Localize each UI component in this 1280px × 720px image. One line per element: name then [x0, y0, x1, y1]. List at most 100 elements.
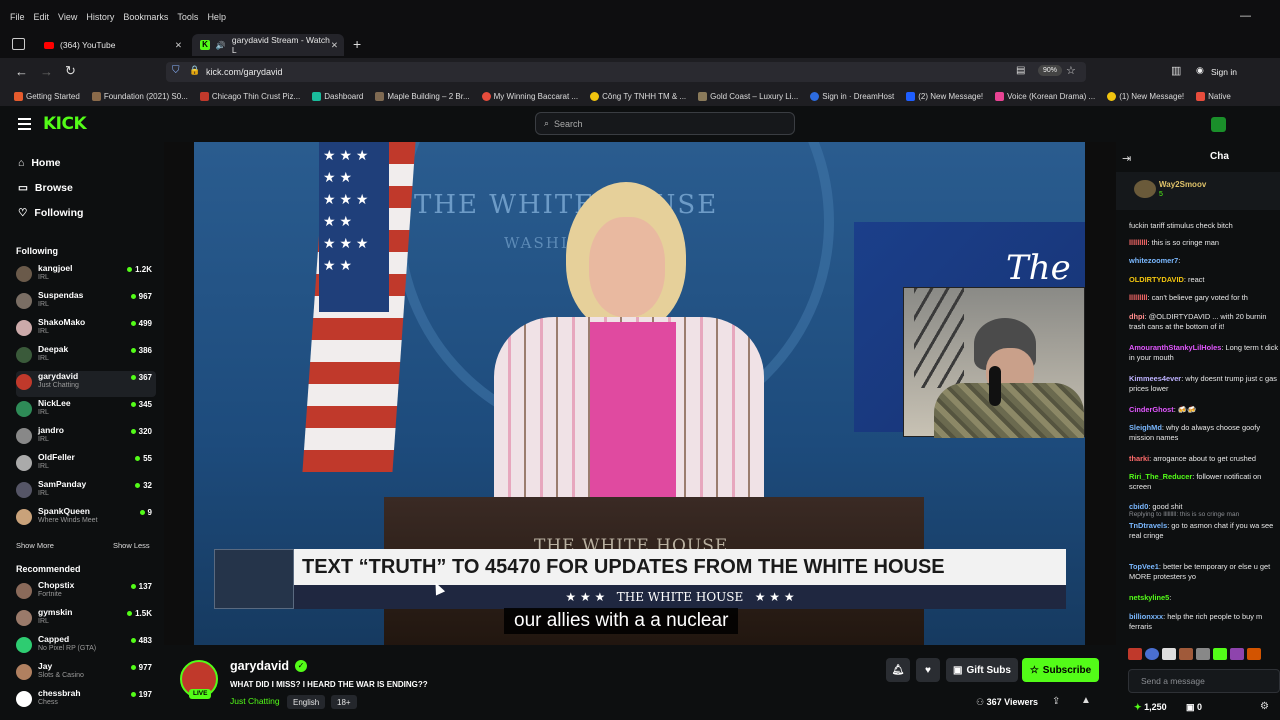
chat-message[interactable]: tharki: arrogance about to get crushed: [1129, 454, 1279, 464]
video-frame[interactable]: THE WHITE HOUSE WASHINGTON ★ ★ ★★ ★★ ★ ★…: [194, 142, 1085, 645]
zoom-badge[interactable]: 90%: [1038, 65, 1063, 76]
video-player[interactable]: THE WHITE HOUSE WASHINGTON ★ ★ ★★ ★★ ★ ★…: [164, 142, 1116, 645]
menu-help[interactable]: Help: [207, 12, 226, 22]
bookmark-item[interactable]: Maple Building – 2 Br...: [375, 91, 470, 101]
sidebar-channel-deepak[interactable]: Deepak IRL 386: [16, 344, 156, 370]
chat-message[interactable]: lllllllll: this is so cringe man: [1129, 238, 1279, 248]
nav-following[interactable]: ♡ Following: [18, 207, 83, 219]
chat-username[interactable]: Riri_The_Reducer: [1129, 472, 1192, 481]
emote-icon[interactable]: [1247, 648, 1261, 660]
bookmark-item[interactable]: Sign in · DreamHost: [810, 91, 894, 101]
bookmark-item[interactable]: Native: [1196, 91, 1231, 101]
chat-username[interactable]: tharki: [1129, 454, 1149, 463]
bookmark-item[interactable]: Công Ty TNHH TM & ...: [590, 91, 686, 101]
reader-view-icon[interactable]: ▤: [1016, 65, 1025, 76]
sidebar-channel-jay[interactable]: Jay Slots & Casino 977: [16, 661, 156, 687]
menu-history[interactable]: History: [86, 12, 114, 22]
show-less-button[interactable]: Show Less: [113, 541, 150, 550]
bookmark-star-icon[interactable]: ☆: [1066, 64, 1076, 77]
signin-button[interactable]: Sign in: [1211, 67, 1237, 77]
report-icon[interactable]: ▲: [1081, 695, 1091, 706]
sidebar-channel-sampanday[interactable]: SamPanday IRL 32: [16, 479, 156, 505]
chat-username[interactable]: Kimmees4ever: [1129, 374, 1181, 383]
menu-tools[interactable]: Tools: [177, 12, 198, 22]
stream-category[interactable]: Just Chatting: [230, 696, 280, 706]
reload-icon[interactable]: ↻: [65, 63, 76, 79]
chat-message[interactable]: netskyline5:: [1129, 593, 1279, 603]
nav-browse[interactable]: ▭ Browse: [18, 182, 73, 194]
menu-bookmarks[interactable]: Bookmarks: [123, 12, 168, 22]
sidebar-channel-garydavid[interactable]: garydavid Just Chatting 367: [16, 371, 156, 397]
sidebar-channel-nicklee[interactable]: NickLee IRL 345: [16, 398, 156, 424]
sidebar-channel-shakomako[interactable]: ShakoMako IRL 499: [16, 317, 156, 343]
chat-username[interactable]: dhpi: [1129, 312, 1145, 321]
bookmark-item[interactable]: Getting Started: [14, 91, 80, 101]
minimize-icon[interactable]: —: [1240, 10, 1251, 22]
forward-icon[interactable]: →: [40, 64, 53, 79]
kick-app-icon[interactable]: [1211, 117, 1226, 132]
chat-username[interactable]: CinderGhost: [1129, 405, 1174, 414]
chat-username[interactable]: TopVee1: [1129, 562, 1159, 571]
notification-bell-button[interactable]: 🔔︎: [886, 658, 910, 682]
chat-message[interactable]: TnDtravels: go to asmon chat if you wa s…: [1129, 521, 1279, 541]
new-tab-icon[interactable]: +: [353, 36, 361, 52]
chat-message[interactable]: SleighMd: why do always choose goofy mis…: [1129, 423, 1279, 443]
emote-icon[interactable]: [1213, 648, 1227, 660]
sidebar-channel-oldfeller[interactable]: OldFeller IRL 55: [16, 452, 156, 478]
sidebar-channel-chessbrah[interactable]: chessbrah Chess 197: [16, 688, 156, 714]
close-tab-icon[interactable]: ✕: [175, 40, 182, 51]
emote-icon[interactable]: [1162, 648, 1176, 660]
bookmark-item[interactable]: Chicago Thin Crust Piz...: [199, 91, 300, 101]
collapse-chat-icon[interactable]: ⇥: [1122, 152, 1131, 165]
emote-icon[interactable]: [1179, 648, 1193, 660]
chat-username[interactable]: SleighMd: [1129, 423, 1162, 432]
chat-message[interactable]: lllllllll: can't believe gary voted for …: [1129, 293, 1279, 303]
account-icon[interactable]: ◉: [1196, 65, 1204, 76]
sidebar-channel-gymskin[interactable]: gymskin IRL 1.5K: [16, 607, 156, 633]
chat-username[interactable]: lllllllll: [1129, 293, 1147, 302]
sidebar-channel-suspendas[interactable]: Suspendas IRL 967: [16, 290, 156, 316]
chat-username[interactable]: billionxxx: [1129, 612, 1163, 621]
emote-bar[interactable]: [1128, 648, 1280, 662]
channel-name[interactable]: garydavid: [230, 659, 289, 673]
emote-icon[interactable]: [1145, 648, 1159, 660]
tag-mature[interactable]: 18+: [331, 695, 357, 709]
chat-message[interactable]: fuckin tariff stimulus check bitch: [1129, 221, 1279, 231]
bookmark-item[interactable]: Voice (Korean Drama) ...: [995, 91, 1095, 101]
emote-icon[interactable]: [1230, 648, 1244, 660]
sidebar-channel-jandro[interactable]: jandro IRL 320: [16, 425, 156, 451]
sidebar-channel-kangjoel[interactable]: kangjoel IRL 1.2K: [16, 263, 156, 289]
chat-message[interactable]: TopVee1: better be temporary or else u g…: [1129, 562, 1279, 582]
share-icon[interactable]: ⇪: [1052, 696, 1060, 707]
chat-username[interactable]: whitezoomer7: [1129, 256, 1178, 265]
menu-view[interactable]: View: [58, 12, 77, 22]
show-more-button[interactable]: Show More: [16, 541, 54, 550]
chat-username[interactable]: TnDtravels: [1129, 521, 1167, 530]
chat-message[interactable]: billionxxx: help the rich people to buy …: [1129, 612, 1279, 632]
search-input[interactable]: ⌕ Search: [535, 112, 795, 135]
chat-message[interactable]: CinderGhost: 🍻🍻: [1129, 405, 1279, 415]
sidebar-channel-capped[interactable]: Capped No Pixel RP (GTA) 483: [16, 634, 156, 660]
follow-button[interactable]: ♥: [916, 658, 940, 682]
chat-message[interactable]: dhpi: @OLDIRTYDAVID ... with 20 burnin t…: [1129, 312, 1279, 332]
chat-username[interactable]: OLDIRTYDAVID: [1129, 275, 1184, 284]
sidebar-channel-spankqueen[interactable]: SpankQueen Where Winds Meet 9: [16, 506, 156, 532]
subscribe-button[interactable]: ☆ Subscribe: [1022, 658, 1099, 682]
bookmark-item[interactable]: Gold Coast – Luxury Li...: [698, 91, 798, 101]
chat-message[interactable]: OLDIRTYDAVID: react: [1129, 275, 1279, 285]
bookmark-item[interactable]: (2) New Message!: [906, 91, 983, 101]
bookmark-item[interactable]: My Winning Baccarat ...: [481, 91, 578, 101]
bookmark-item[interactable]: Dashboard: [312, 91, 363, 101]
tab-youtube[interactable]: (364) YouTube ✕: [36, 34, 188, 56]
chat-message[interactable]: Kimmees4ever: why doesnt trump just c ga…: [1129, 374, 1279, 394]
bookmark-item[interactable]: Foundation (2021) S0...: [91, 91, 188, 101]
back-icon[interactable]: ←: [15, 64, 28, 79]
tab-kick[interactable]: K 🔊 garydavid Stream - Watch L ✕: [192, 34, 344, 56]
chat-message[interactable]: whitezoomer7:: [1129, 256, 1279, 266]
gift-counter[interactable]: ▣ 0: [1186, 702, 1202, 713]
kick-logo[interactable]: KICK: [43, 114, 87, 134]
chat-message[interactable]: Riri_The_Reducer: follower notificati on…: [1129, 472, 1279, 492]
gift-subs-button[interactable]: ▣ Gift Subs: [946, 658, 1018, 682]
channel-points[interactable]: ✦ 1,250: [1134, 702, 1167, 713]
sidebar-channel-chopstix[interactable]: Chopstix Fortnite 137: [16, 580, 156, 606]
